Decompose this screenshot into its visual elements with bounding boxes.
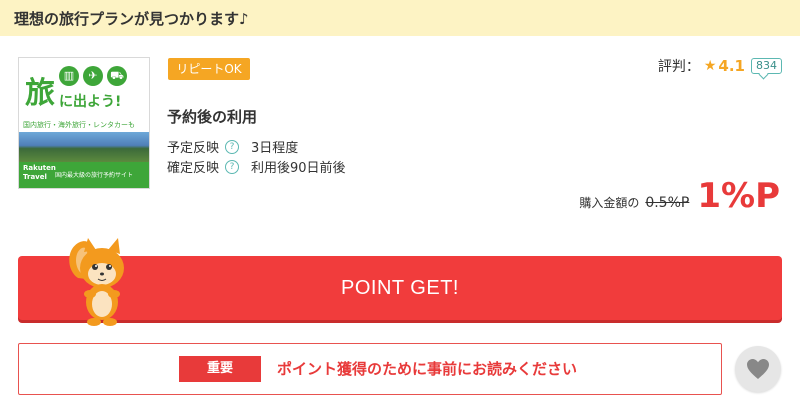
logo-slogan: に出よう! xyxy=(59,94,122,110)
logo-top: 旅 ▥ ✈ ⛟ に出よう! 国内旅行・海外旅行・レンタカーも xyxy=(19,58,149,129)
rating: 評判： ★ 4.1 834 xyxy=(658,56,782,76)
review-count-badge[interactable]: 834 xyxy=(751,58,782,74)
heart-icon xyxy=(747,359,769,379)
detail-label: 予定反映 xyxy=(167,141,220,156)
airplane-icon: ✈ xyxy=(83,66,103,86)
shop-logo[interactable]: 旅 ▥ ✈ ⛟ に出よう! 国内旅行・海外旅行・レンタカーも Rakuten T… xyxy=(18,57,150,189)
favorite-button[interactable] xyxy=(735,346,781,392)
logo-photo xyxy=(19,132,149,162)
logo-kanji: 旅 xyxy=(25,76,55,111)
help-icon[interactable]: ? xyxy=(225,159,239,174)
banner-title: 理想の旅行プランが見つかります♪ xyxy=(14,10,249,28)
logo-bottom: Rakuten Travel 国内最大級の旅行予約サイト xyxy=(19,162,149,188)
squirrel-mascot-icon xyxy=(69,238,124,326)
point-get-label: POINT GET! xyxy=(341,276,459,299)
detail-label: 確定反映 xyxy=(167,161,220,176)
new-point-rate: 1%P xyxy=(697,176,780,216)
important-tag: 重要 xyxy=(179,356,261,382)
price-label: 購入金額の xyxy=(579,196,640,210)
help-icon[interactable]: ? xyxy=(225,139,239,154)
star-icon: ★ xyxy=(703,58,717,74)
car-icon: ⛟ xyxy=(107,66,127,86)
hotel-icon: ▥ xyxy=(59,66,79,86)
detail-row-scheduled: 予定反映 ? 3日程度 xyxy=(167,137,298,156)
rating-label: 評判： xyxy=(657,59,700,75)
old-point-rate: 0.5%P xyxy=(645,195,690,211)
notice-text[interactable]: ポイント獲得のために事前にお読みください xyxy=(277,358,577,379)
rating-value: 4.1 xyxy=(718,57,745,75)
header-banner: 理想の旅行プランが見つかります♪ xyxy=(0,0,800,36)
notice-box[interactable]: 重要 ポイント獲得のために事前にお読みください xyxy=(18,343,722,395)
logo-icons: ▥ ✈ ⛟ xyxy=(59,66,127,86)
detail-value: 利用後90日前後 xyxy=(251,161,346,176)
logo-brand: Rakuten Travel xyxy=(23,164,56,181)
logo-subtitle: 国内旅行・海外旅行・レンタカーも xyxy=(23,121,135,129)
detail-value: 3日程度 xyxy=(251,141,299,156)
point-rate: 購入金額の 0.5%P 1%P xyxy=(579,176,780,216)
usage-title: 予約後の利用 xyxy=(167,108,258,126)
repeat-ok-badge: リピートOK xyxy=(168,58,250,80)
logo-tagline: 国内最大級の旅行予約サイト xyxy=(55,172,134,179)
detail-row-confirmed: 確定反映 ? 利用後90日前後 xyxy=(167,157,346,176)
point-get-button[interactable]: POINT GET! xyxy=(18,256,782,320)
